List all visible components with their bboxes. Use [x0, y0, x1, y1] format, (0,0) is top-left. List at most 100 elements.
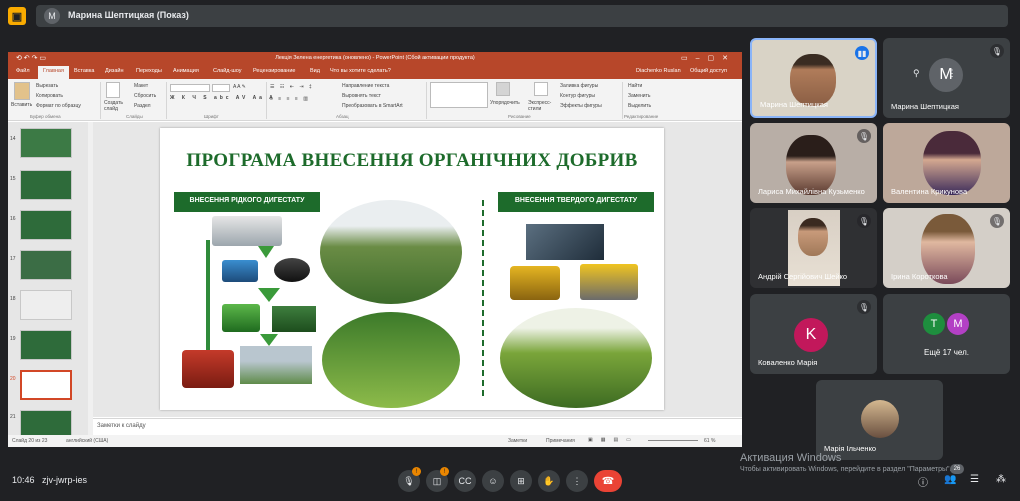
- find-button[interactable]: Найти: [628, 83, 642, 89]
- slide-thumbnail[interactable]: [20, 290, 72, 320]
- mic-off-icon: 🎙: [990, 214, 1004, 228]
- more-options-button[interactable]: ⋮: [566, 470, 588, 492]
- arrange-icon[interactable]: [496, 82, 510, 96]
- new-slide-button[interactable]: Создать слайд: [104, 100, 126, 112]
- notes-placeholder: Заметки к слайду: [97, 423, 146, 429]
- section-button[interactable]: Раздел: [134, 103, 151, 109]
- window-controls[interactable]: ▭–▢✕: [681, 54, 736, 62]
- notes-toggle[interactable]: Заметки: [508, 438, 527, 444]
- participant-name: Ірина Короткова: [891, 272, 948, 281]
- shapes-gallery[interactable]: [430, 82, 488, 108]
- font-group-label: Шрифт: [204, 114, 219, 119]
- participant-tile[interactable]: 🎙 Ірина Короткова: [883, 208, 1010, 288]
- paragraph-group-label: Абзац: [336, 114, 349, 119]
- more-participants-tile[interactable]: T M Ещё 17 чел.: [883, 294, 1010, 374]
- tell-me-search[interactable]: Что вы хотите сделать?: [330, 68, 391, 74]
- participant-name: Коваленко Марія: [758, 358, 818, 367]
- paste-button[interactable]: Вставить: [11, 102, 32, 108]
- tab-design[interactable]: Дизайн: [105, 68, 124, 74]
- participant-tile[interactable]: 🎙 Андрій Сергійович Шейко: [750, 208, 877, 288]
- reset-button[interactable]: Сбросить: [134, 93, 156, 99]
- ppt-window-title: Лекція Зелена енергетика (оновлено) - Po…: [275, 55, 475, 61]
- quick-styles-button[interactable]: Экспресс-стили: [528, 100, 554, 112]
- shape-effects-button[interactable]: Эффекты фигуры: [560, 103, 602, 109]
- slide-thumbnail[interactable]: [20, 210, 72, 240]
- font-size-input[interactable]: [212, 84, 230, 92]
- participant-tile[interactable]: M 🎙 ⚲⋮ Марина Шептицкая: [883, 38, 1010, 118]
- list-buttons[interactable]: ☰ ☷ ⇤ ⇥ ‡: [270, 84, 314, 90]
- tab-review[interactable]: Рецензирование: [253, 68, 295, 74]
- smartart-button[interactable]: Преобразовать в SmartArt: [342, 103, 403, 109]
- zoom-slider[interactable]: [648, 440, 698, 441]
- ribbon-separator: [166, 82, 167, 119]
- ppt-ribbon: Вставить Вырезать Копировать Формат по о…: [8, 79, 742, 121]
- slide-thumbnail[interactable]: [20, 170, 72, 200]
- cut-button[interactable]: Вырезать: [36, 83, 58, 89]
- participant-tile[interactable]: Валентина Крикунова: [883, 123, 1010, 203]
- emoji-button[interactable]: ☺: [482, 470, 504, 492]
- quick-styles-icon[interactable]: [534, 82, 548, 96]
- present-button[interactable]: ⊞: [510, 470, 532, 492]
- thumb-number: 19: [10, 336, 16, 342]
- zoom-level[interactable]: 61 %: [704, 438, 715, 444]
- camera-warning-badge: !: [440, 467, 449, 476]
- text-direction-button[interactable]: Направление текста: [342, 83, 389, 89]
- font-size-buttons[interactable]: A A ✎: [233, 84, 246, 90]
- raise-hand-button[interactable]: ✋: [538, 470, 560, 492]
- tab-animation[interactable]: Анимация: [173, 68, 199, 74]
- replace-button[interactable]: Заменить: [628, 93, 650, 99]
- participant-tile[interactable]: K 🎙 Коваленко Марія: [750, 294, 877, 374]
- font-format-buttons[interactable]: Ж К Ч S abc AV Aa A: [170, 95, 276, 101]
- captions-button[interactable]: CC: [454, 470, 476, 492]
- hose-reel-image: [274, 258, 310, 282]
- slide-thumbnail-selected[interactable]: [20, 370, 72, 400]
- share-button[interactable]: Общий доступ: [690, 68, 727, 74]
- align-buttons[interactable]: ≡ ≡ ≡ ≡ ▥: [270, 96, 310, 102]
- tile-controls[interactable]: ⚲⋮: [913, 68, 985, 79]
- current-slide[interactable]: ПРОГРАМА ВНЕСЕННЯ ОРГАНІЧНИХ ДОБРИВ ВНЕС…: [160, 128, 664, 410]
- comments-toggle[interactable]: Примечания: [546, 438, 575, 444]
- tab-view[interactable]: Вид: [310, 68, 320, 74]
- presenter-avatar: M: [44, 8, 60, 24]
- notes-pane[interactable]: Заметки к слайду: [93, 418, 742, 434]
- activities-icon[interactable]: ⁂: [996, 474, 1006, 485]
- slide-thumbnail[interactable]: [20, 250, 72, 280]
- participant-tile[interactable]: ▮▮ Марина Шептицкая: [750, 38, 877, 118]
- shape-outline-button[interactable]: Контур фигуры: [560, 93, 595, 99]
- slide-thumbnail[interactable]: [20, 128, 72, 158]
- language-indicator[interactable]: английский (США): [66, 438, 108, 444]
- new-slide-icon[interactable]: [106, 82, 120, 98]
- end-call-button[interactable]: ☎: [594, 470, 622, 492]
- green-tank-image: [272, 306, 316, 332]
- blue-pump-image: [222, 260, 258, 282]
- copy-button[interactable]: Копировать: [36, 93, 63, 99]
- people-icon[interactable]: 👥: [944, 474, 956, 485]
- chat-icon[interactable]: ☰: [970, 474, 979, 485]
- tab-insert[interactable]: Вставка: [74, 68, 94, 74]
- presenter-chip[interactable]: M Марина Шептицкая (Показ): [36, 5, 1008, 27]
- thumb-number: 16: [10, 216, 16, 222]
- tab-transitions[interactable]: Переходы: [136, 68, 162, 74]
- font-name-input[interactable]: [170, 84, 210, 92]
- format-painter-button[interactable]: Формат по образцу: [36, 103, 81, 109]
- mic-off-icon: 🎙: [857, 214, 871, 228]
- align-text-button[interactable]: Выровнять текст: [342, 93, 381, 99]
- participant-tile[interactable]: 🎙 Лариса Михайлівна Кузьменко: [750, 123, 877, 203]
- info-icon[interactable]: ⓘ: [918, 474, 928, 489]
- ribbon-separator: [622, 82, 623, 119]
- tab-file[interactable]: Файл: [16, 68, 30, 74]
- shared-screen-powerpoint: ⟲ ↶ ↷ ▭ Лекція Зелена енергетика (оновле…: [8, 52, 742, 447]
- layout-button[interactable]: Макет: [134, 83, 148, 89]
- tab-slideshow[interactable]: Слайд-шоу: [213, 68, 242, 74]
- thumb-number: 17: [10, 256, 16, 262]
- participant-tile[interactable]: Марія Ільченко: [816, 380, 943, 460]
- view-buttons[interactable]: ▣▦▤▭: [588, 437, 639, 443]
- participant-avatar: T: [923, 313, 945, 335]
- slide-thumbnail[interactable]: [20, 330, 72, 360]
- tab-home[interactable]: Главная: [38, 66, 69, 79]
- paste-icon[interactable]: [14, 82, 30, 100]
- shape-fill-button[interactable]: Заливка фигуры: [560, 83, 598, 89]
- presentation-icon[interactable]: ▣: [8, 7, 26, 25]
- arrange-button[interactable]: Упорядочить: [490, 100, 520, 106]
- select-button[interactable]: Выделить: [628, 103, 651, 109]
